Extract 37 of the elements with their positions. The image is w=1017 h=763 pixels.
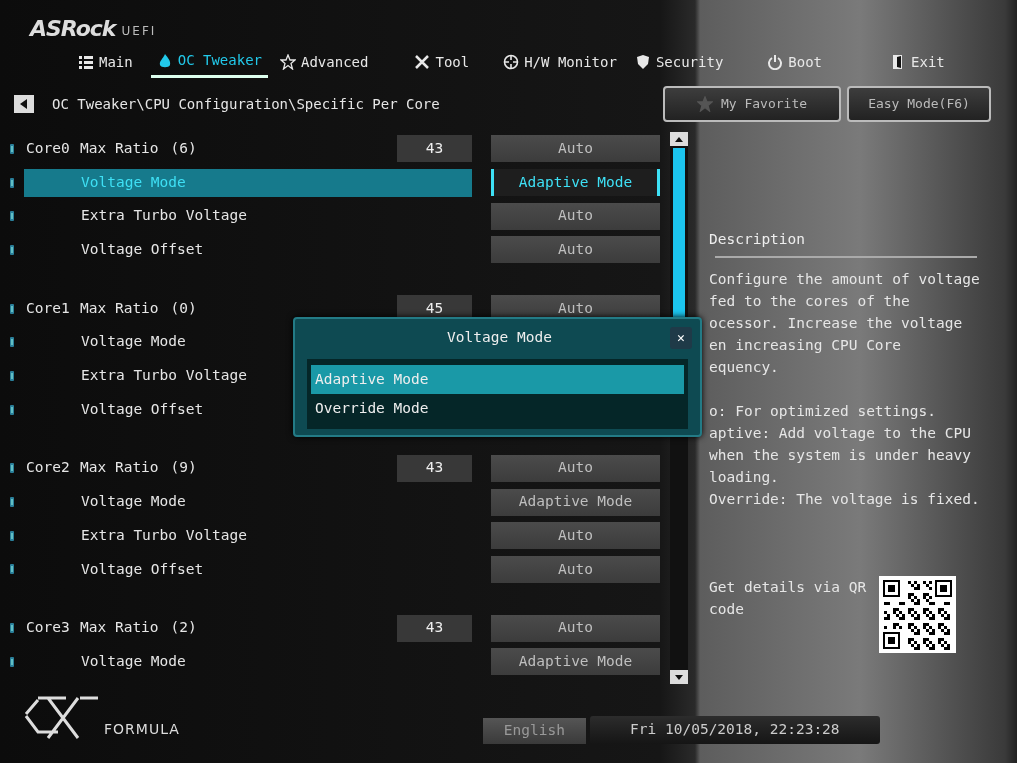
description-line: Override: The voltage is fixed. — [709, 489, 981, 509]
core-name: Core1 — [25, 298, 71, 318]
brand-subtitle: UEFI — [121, 23, 157, 40]
setting-note: (2) — [170, 618, 197, 638]
qr-caption: Get details via QR code — [709, 577, 868, 619]
setting-label: Voltage Mode — [81, 492, 186, 512]
description-line: fed to the cores of the — [709, 291, 911, 311]
breadcrumb-path: OC Tweaker\CPU Configuration\Specific Per Core — [52, 94, 440, 114]
logo-text: FORMULA — [104, 720, 180, 739]
description-line: aptive: Add voltage to the CPU — [709, 423, 972, 443]
brand-logo: ASRock — [30, 18, 116, 40]
setting-label: Voltage Mode — [81, 651, 186, 671]
setting-label: Max Ratio — [80, 618, 159, 638]
setting-note: (9) — [170, 458, 197, 478]
description-line: loading. — [709, 467, 780, 487]
setting-label: Extra Turbo Voltage — [81, 206, 247, 226]
setting-label: Max Ratio — [80, 458, 159, 478]
core-name: Core2 — [25, 458, 71, 478]
core-name: Core3 — [25, 618, 71, 638]
datetime-display: Fri 10/05/2018, 22:23:28 — [589, 716, 880, 744]
core-name: Core0 — [25, 138, 71, 158]
description-title: Description — [709, 230, 807, 249]
setting-label: Max Ratio — [80, 298, 159, 318]
setting-label: Voltage Offset — [81, 559, 204, 579]
setting-label: Voltage Mode — [81, 172, 186, 192]
setting-note: (6) — [170, 138, 197, 158]
setting-label: Voltage Offset — [81, 240, 204, 260]
setting-label: Extra Turbo Voltage — [81, 525, 247, 545]
description-line: equency. — [709, 357, 780, 377]
dialog-title: Voltage Mode — [446, 328, 553, 347]
setting-note: (0) — [170, 298, 197, 318]
description-line: ocessor. Increase the voltage — [709, 313, 964, 333]
description-line: when the system is under heavy — [709, 445, 972, 465]
description-line: Configure the amount of voltage — [709, 269, 981, 289]
description-line: o: For optimized settings. — [709, 401, 937, 421]
setting-label: Max Ratio — [80, 138, 159, 158]
description-line: en increasing CPU Core — [709, 335, 903, 355]
